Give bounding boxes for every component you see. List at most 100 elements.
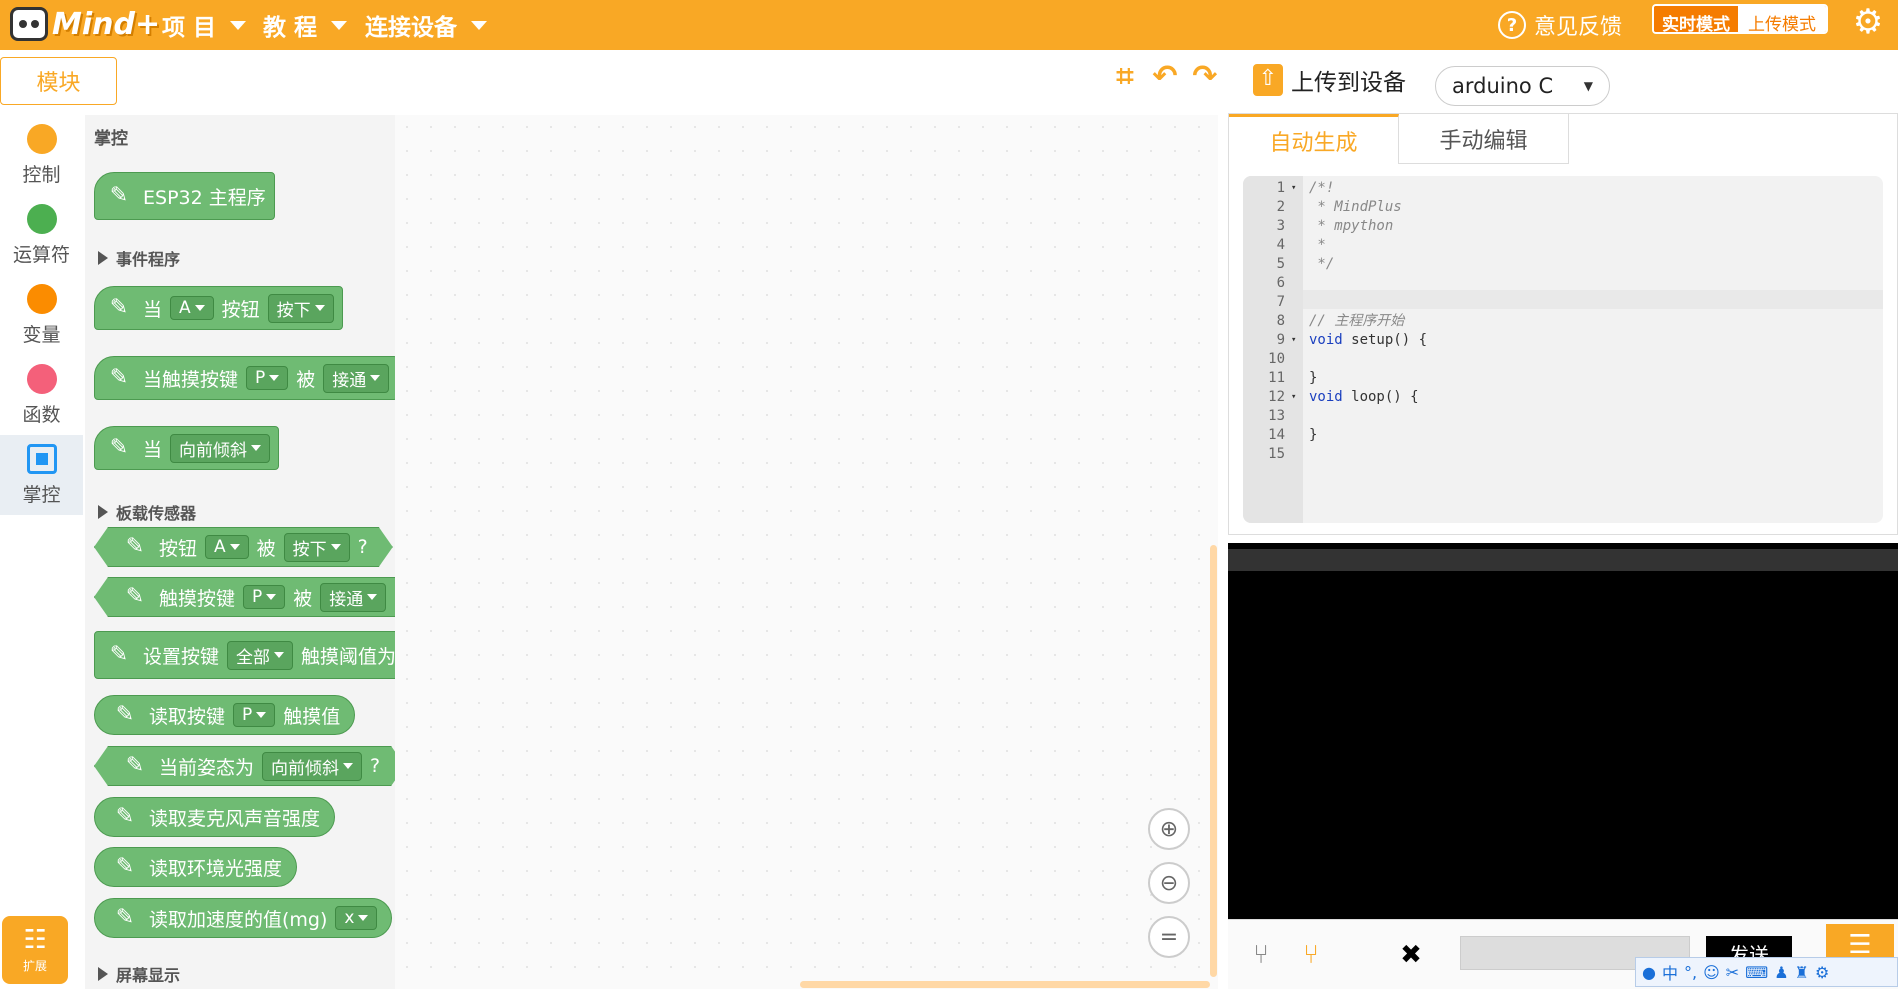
scissors-icon[interactable]: ✂ [1726,963,1739,982]
dropdown-tilt[interactable]: 向前倾斜 [170,433,271,463]
block-button-pressed[interactable]: ✎ 按钮 A 被 按下 ? [94,527,393,567]
dropdown-axis[interactable]: x [335,906,378,930]
extension-icon: ☷ [23,924,47,955]
wand-icon: ✎ [109,435,129,460]
block-read-touch-value[interactable]: ✎ 读取按键 P 触摸值 [94,695,356,735]
triangle-right-icon [98,505,108,519]
dropdown-touch-state[interactable]: 接通 [320,583,386,612]
block-esp32-main[interactable]: ✎ ESP32 主程序 [94,172,275,220]
section-screen[interactable]: 屏幕显示 [98,962,180,986]
punctuation-icon[interactable]: °, [1684,963,1697,982]
code-editor[interactable]: 1 ▾ 2 3 4 5 6 7 8 9 ▾ 10 11 12 ▾ 13 14 15 /*! * MindPlus … [1243,176,1883,523]
shirt-icon[interactable]: ♜ [1795,963,1809,982]
category-control[interactable]: 控制 [0,115,83,195]
serial-monitor[interactable] [1228,543,1898,919]
block-text: 当 [143,298,163,321]
line-number: 8 [1276,313,1285,329]
upload-label: 上传到设备 [1291,70,1406,96]
block-when-tilt[interactable]: ✎ 当 向前倾斜 [94,426,280,470]
keyboard-icon[interactable]: ⌨ [1745,963,1768,982]
block-text: 被 [293,587,313,610]
dropdown-touch-key[interactable]: P [233,703,276,727]
feedback-button[interactable]: ? 意见反馈 [1498,0,1622,50]
menu-tutorial[interactable]: 教 程 [263,0,348,50]
line-number-gutter: 1 ▾ 2 3 4 5 6 7 8 9 ▾ 10 11 12 ▾ 13 14 15 [1243,176,1303,523]
board-select[interactable]: arduino C ▼ [1435,66,1610,106]
code-text: } [1309,427,1318,443]
menu-connect-device[interactable]: 连接设备 [365,0,487,50]
clear-eraser-icon[interactable]: ✖ [1386,932,1436,978]
line-number: 11 [1268,370,1285,386]
user-icon[interactable]: ♟ [1774,963,1788,982]
dropdown-button-id[interactable]: A [205,535,249,559]
tab-manual-edit[interactable]: 手动编辑 [1399,114,1569,164]
workspace-vertical-scrollbar[interactable] [1210,545,1217,977]
dropdown-tilt[interactable]: 向前倾斜 [262,752,362,781]
code-text: /*! [1309,180,1335,196]
category-variables[interactable]: 变量 [0,275,83,355]
category-operators[interactable]: 运算符 [0,195,83,275]
code-line: * mpython [1309,217,1393,236]
settings-icon[interactable]: ⚙ [1815,963,1829,982]
category-label: 运算符 [12,243,70,266]
block-text: 读取环境光强度 [149,857,283,880]
undo-icon[interactable]: ↶ [1150,62,1180,92]
robot-logo-icon [10,7,48,41]
block-read-accel[interactable]: ✎ 读取加速度的值(mg) x [94,898,393,938]
dropdown-all-keys[interactable]: 全部 [227,640,294,670]
block-text: 被 [256,537,276,560]
wand-icon: ✎ [115,854,135,879]
wand-icon: ✎ [125,584,145,609]
code-keyword: void [1309,332,1343,348]
workspace-horizontal-scrollbar[interactable] [800,981,1210,988]
line-number: 2 [1276,199,1285,215]
ime-toolbar: ● 中 °, ☺ ✂ ⌨ ♟ ♜ ⚙ [1635,957,1898,987]
block-when-touch[interactable]: ✎ 当触摸按键 P 被 接通 [94,356,399,400]
dropdown-touch-key[interactable]: P [243,585,285,609]
zoom-out-icon[interactable]: ⊖ [1148,862,1190,904]
line-number: 10 [1268,351,1285,367]
dropdown-button-state[interactable]: 按下 [267,293,334,323]
fold-toggle-icon[interactable]: ▾ [1291,331,1299,350]
fold-toggle-icon[interactable]: ▾ [1291,179,1299,198]
fold-toggle-icon[interactable]: ▾ [1291,388,1299,407]
line-number: 7 [1276,294,1285,310]
section-label: 板载传感器 [116,504,197,523]
line-number: 4 [1276,237,1285,253]
block-text: ESP32 主程序 [143,186,266,209]
redo-icon[interactable]: ↷ [1190,62,1220,92]
ime-logo-icon[interactable]: ● [1642,963,1656,982]
dropdown-touch-state[interactable]: 接通 [323,363,390,393]
tab-modules[interactable]: 模块 [0,57,117,105]
ime-mode-label[interactable]: 中 [1662,960,1678,984]
dropdown-button-id[interactable]: A [170,296,214,320]
upload-mode-button[interactable]: 上传模式 [1738,6,1826,32]
mindplus-logo: Mind+ [10,4,160,44]
zoom-reset-icon[interactable]: = [1148,916,1190,958]
mode-switch[interactable]: 实时模式 上传模式 [1652,4,1828,34]
zoom-in-icon[interactable]: ⊕ [1148,808,1190,850]
emoji-icon[interactable]: ☺ [1703,963,1720,982]
block-read-mic[interactable]: ✎ 读取麦克风声音强度 [94,797,336,837]
dropdown-touch-key[interactable]: P [246,366,289,390]
block-touch-pressed[interactable]: ✎ 触摸按键 P 被 接通 ? [94,577,429,617]
code-workspace[interactable] [395,115,1218,989]
upload-to-device-button[interactable]: ⇧ 上传到设备 [1253,63,1406,97]
menu-project[interactable]: 项 目 [162,0,247,50]
tab-auto-generate[interactable]: 自动生成 [1229,114,1399,164]
block-when-button[interactable]: ✎ 当 A 按钮 按下 [94,286,343,330]
realtime-mode-button[interactable]: 实时模式 [1654,6,1738,32]
section-sensors[interactable]: 板载传感器 [98,500,196,524]
gear-icon[interactable]: ⚙ [1850,4,1886,40]
block-read-light[interactable]: ✎ 读取环境光强度 [94,847,298,887]
extension-button[interactable]: ☷ 扩展 [2,916,68,984]
usb-icon[interactable]: ⑂ [1236,932,1286,978]
crop-icon[interactable]: ⌗ [1110,62,1140,92]
menu-connect-label: 连接设备 [365,15,457,41]
dropdown-button-state[interactable]: 按下 [284,533,350,562]
section-events[interactable]: 事件程序 [98,246,180,270]
category-functions[interactable]: 函数 [0,355,83,435]
block-current-pose[interactable]: ✎ 当前姿态为 向前倾斜 ? [94,746,405,786]
usb-disconnect-icon[interactable]: ⑂ [1286,932,1336,978]
category-mpython[interactable]: 掌控 [0,435,83,515]
